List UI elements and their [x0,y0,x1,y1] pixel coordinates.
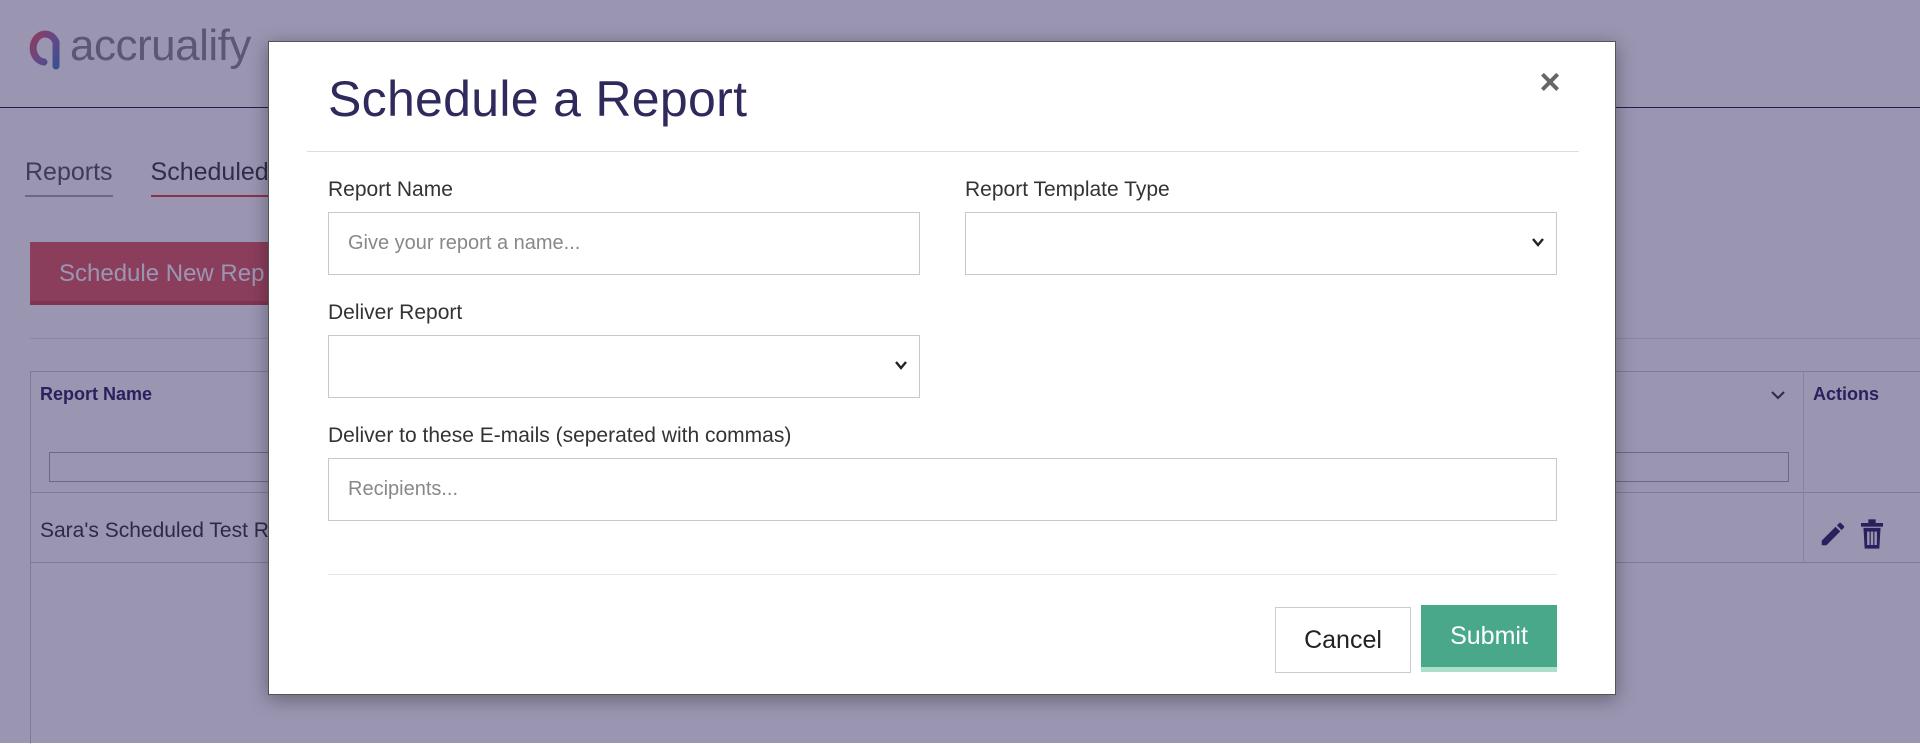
recipients-input[interactable] [328,458,1557,521]
modal-footer-divider [328,574,1557,575]
report-name-input[interactable] [328,212,920,275]
report-name-label: Report Name [328,178,453,201]
submit-button[interactable]: Submit [1421,605,1557,672]
report-template-type-label: Report Template Type [965,178,1170,201]
close-icon[interactable]: × [1533,62,1567,102]
modal-header-divider [307,151,1579,152]
chevron-down-icon [1532,238,1544,247]
modal-title: Schedule a Report [328,71,748,127]
deliver-report-select[interactable] [328,335,920,398]
deliver-report-label: Deliver Report [328,301,463,324]
report-template-type-select[interactable] [965,212,1557,275]
cancel-button[interactable]: Cancel [1275,607,1411,673]
chevron-down-icon [895,361,907,370]
schedule-report-modal: Schedule a Report × Report Name Report T… [268,41,1616,695]
emails-label: Deliver to these E-mails (seperated with… [328,424,792,447]
